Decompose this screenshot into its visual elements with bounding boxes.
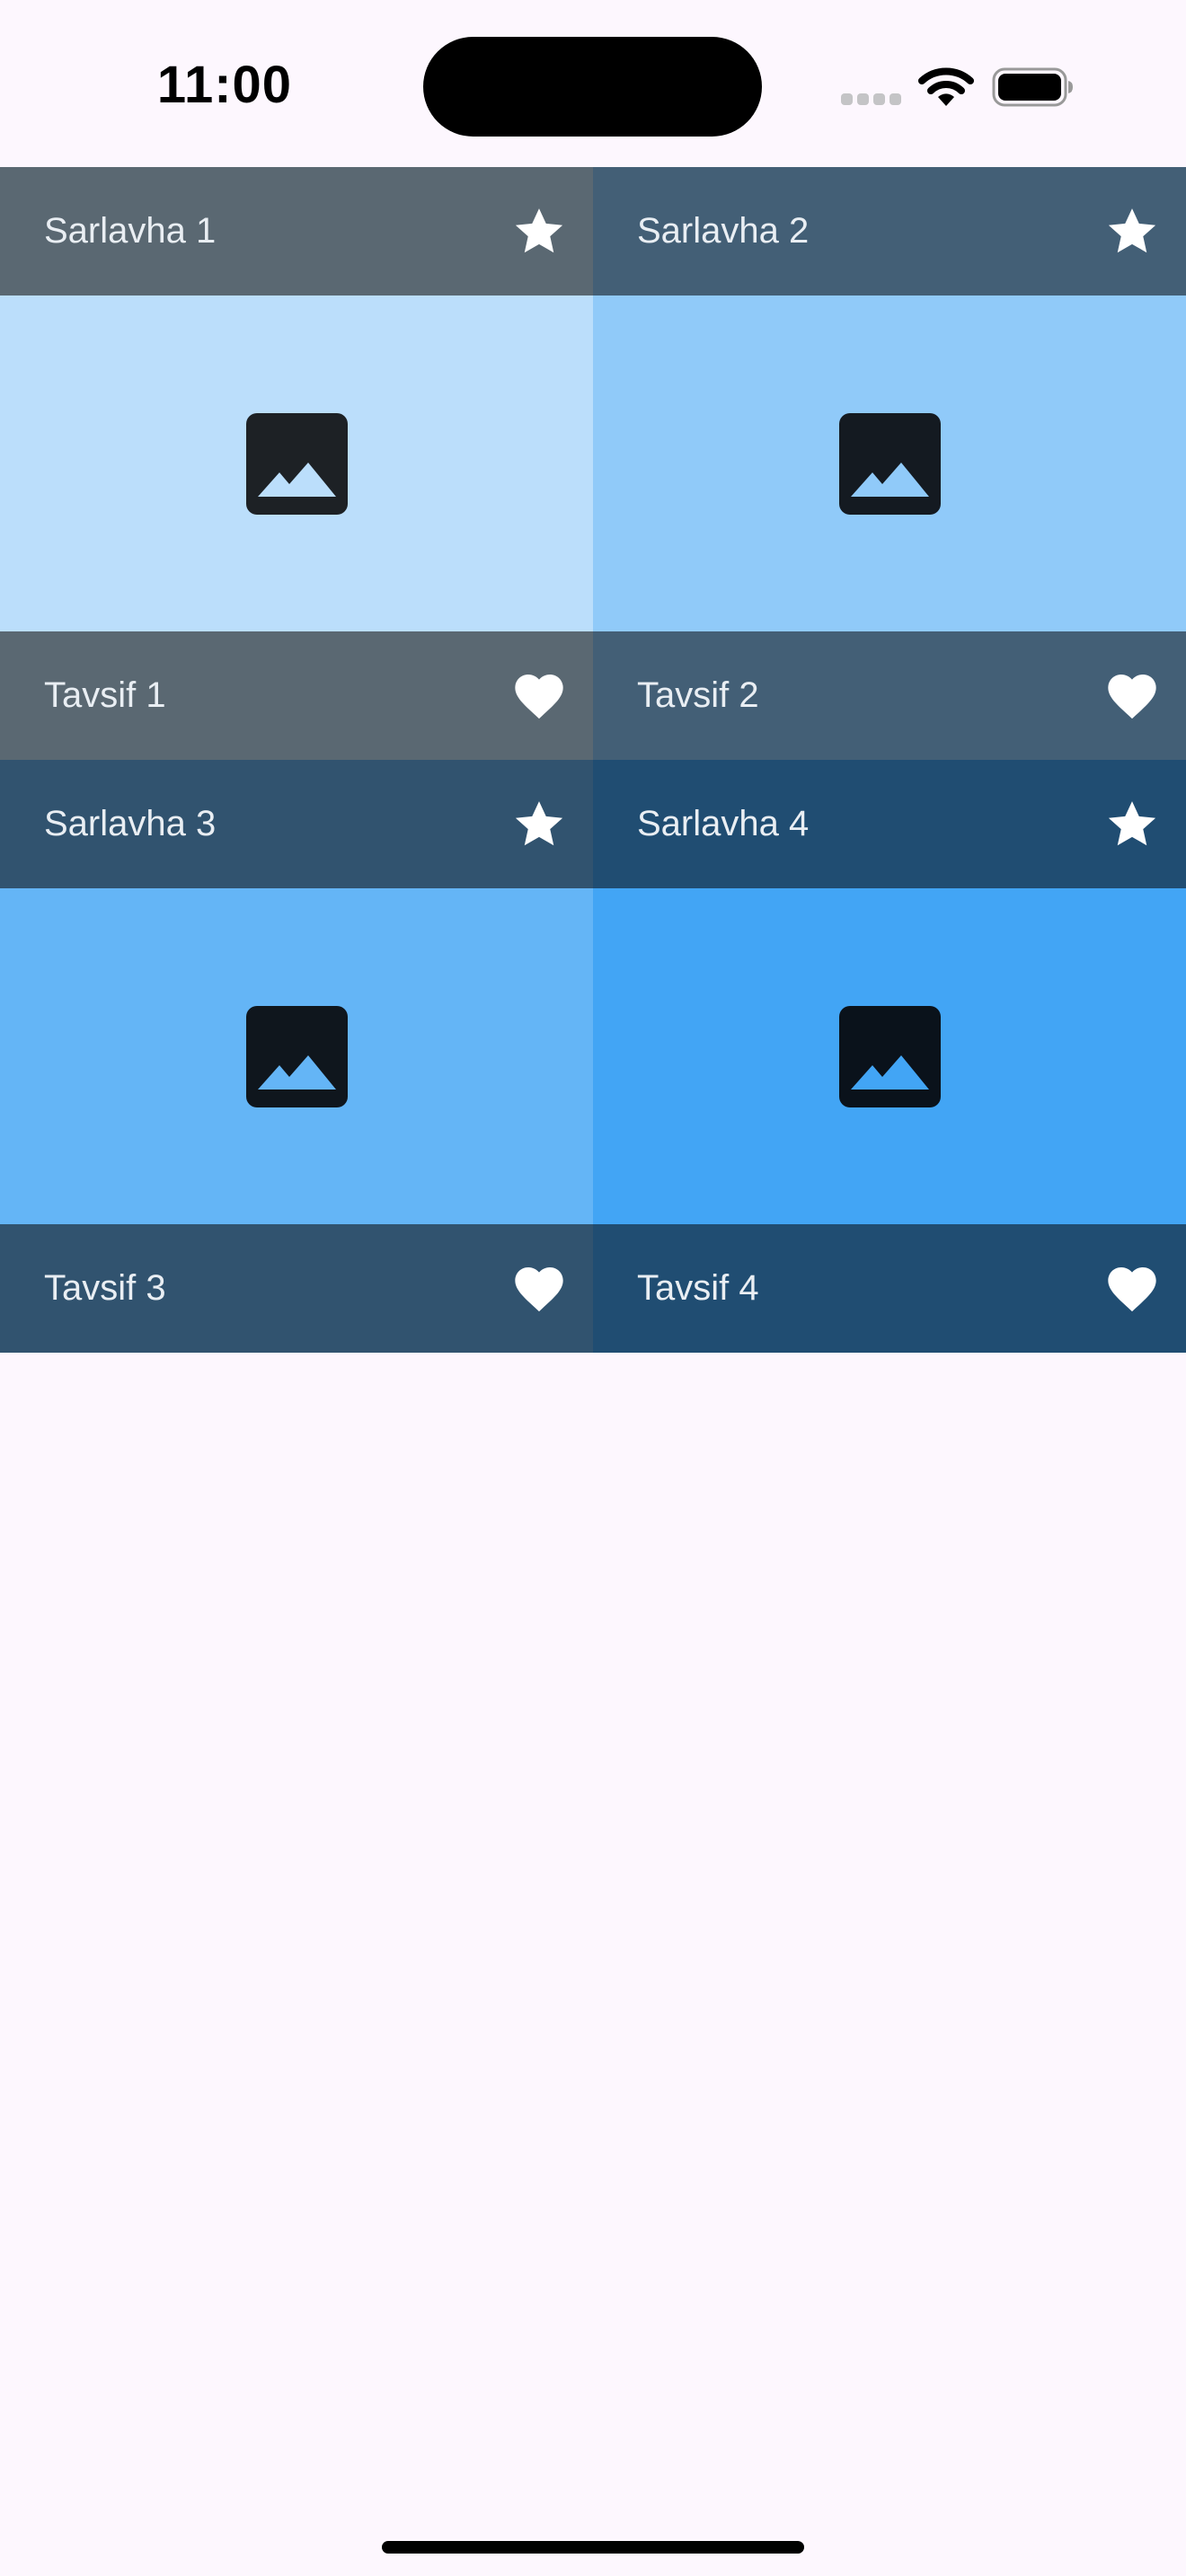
star-icon[interactable]: [1103, 796, 1161, 853]
heart-icon[interactable]: [1103, 1260, 1161, 1318]
photo-icon: [246, 1006, 348, 1107]
tile-image: [593, 888, 1186, 1224]
tile-image: [0, 888, 593, 1224]
home-indicator[interactable]: [382, 2541, 804, 2554]
tile-header: Sarlavha 4: [593, 760, 1186, 888]
dynamic-island: [423, 37, 762, 137]
tile-header: Sarlavha 1: [0, 167, 593, 296]
photo-icon: [839, 1006, 941, 1107]
tile-title: Sarlavha 1: [44, 211, 217, 251]
tile-image: [593, 296, 1186, 631]
heart-icon[interactable]: [510, 667, 568, 725]
star-icon[interactable]: [510, 203, 568, 260]
tile-footer: Tavsif 2: [593, 631, 1186, 760]
star-icon[interactable]: [510, 796, 568, 853]
tile-title: Sarlavha 3: [44, 804, 217, 843]
grid-tile[interactable]: Sarlavha 3 Tavsif 3: [0, 760, 593, 1353]
tile-header: Sarlavha 2: [593, 167, 1186, 296]
tile-image: [0, 296, 593, 631]
photo-icon: [839, 413, 941, 515]
heart-icon[interactable]: [1103, 667, 1161, 725]
grid-tile[interactable]: Sarlavha 4 Tavsif 4: [593, 760, 1186, 1353]
tile-title: Sarlavha 4: [637, 804, 810, 843]
tile-header: Sarlavha 3: [0, 760, 593, 888]
battery-icon: [992, 67, 1073, 107]
cellular-signal-icon: [841, 93, 902, 106]
grid-tile[interactable]: Sarlavha 1 Tavsif 1: [0, 167, 593, 760]
tile-subtitle: Tavsif 1: [44, 675, 166, 715]
tile-footer: Tavsif 3: [0, 1224, 593, 1353]
tile-subtitle: Tavsif 4: [637, 1268, 759, 1308]
heart-icon[interactable]: [510, 1260, 568, 1318]
wifi-icon: [918, 67, 974, 106]
tile-footer: Tavsif 4: [593, 1224, 1186, 1353]
tile-footer: Tavsif 1: [0, 631, 593, 760]
tile-title: Sarlavha 2: [637, 211, 810, 251]
tile-subtitle: Tavsif 2: [637, 675, 759, 715]
status-time: 11:00: [156, 56, 293, 114]
tile-subtitle: Tavsif 3: [44, 1268, 166, 1308]
grid-tile[interactable]: Sarlavha 2 Tavsif 2: [593, 167, 1186, 760]
image-grid: Sarlavha 1 Tavsif 1 Sarlavha 2 Tavsif 2 …: [0, 167, 1186, 1353]
status-bar: 11:00: [0, 0, 1186, 167]
star-icon[interactable]: [1103, 203, 1161, 260]
photo-icon: [246, 413, 348, 515]
